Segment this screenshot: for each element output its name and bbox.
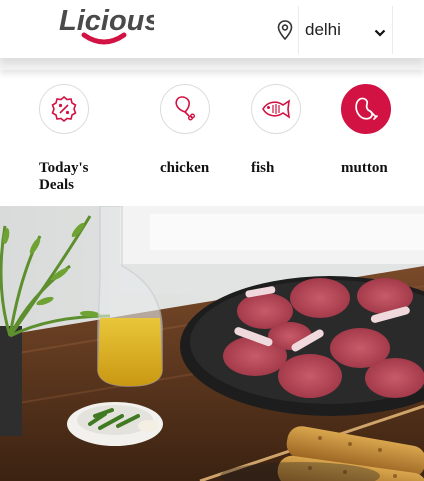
hero-banner-image[interactable] [0,206,424,481]
chicken-leg-icon [160,84,210,134]
licious-logo[interactable]: Licious [58,4,154,50]
logo-icon: Licious [59,5,154,45]
category-label: chicken [160,160,210,176]
city-dropdown[interactable]: delhi [298,6,393,54]
mutton-icon [341,84,391,134]
category-label: fish [251,160,275,176]
fish-icon [251,84,301,134]
location-pin-icon [272,6,298,54]
category-label: Today's Deals [39,160,89,193]
city-value: delhi [305,20,341,39]
header-bar: Licious delhi [0,0,424,58]
deals-badge-icon [39,84,89,134]
chevron-down-icon [374,23,386,43]
category-label: mutton [341,160,388,176]
location-selector[interactable]: delhi [272,6,394,54]
header-shadow-strip [0,58,424,70]
logo-wordmark: Licious [59,5,154,37]
category-bar: Today's Deals chicken fish mutton [0,70,424,206]
